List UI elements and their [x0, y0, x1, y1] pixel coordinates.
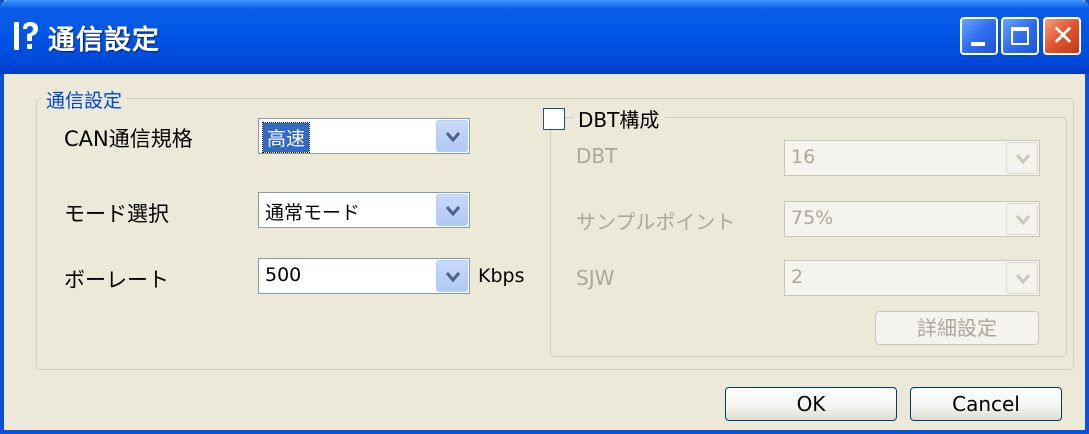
dialog-window: 通信設定 ✕ 通信設定 CAN通信規格 高速 モード選択 通常モード ボーレート… — [0, 0, 1089, 434]
baud-rate-value: 500 — [265, 264, 302, 286]
comm-settings-legend: 通信設定 — [42, 86, 127, 113]
mode-select[interactable]: 通常モード — [258, 192, 470, 228]
close-icon: ✕ — [1051, 19, 1075, 52]
dbt-dropdown-button[interactable] — [1006, 142, 1038, 174]
dbt-checkbox[interactable] — [543, 108, 565, 130]
cancel-button[interactable]: Cancel — [910, 387, 1062, 421]
sjw-select[interactable]: 2 — [784, 260, 1040, 296]
mode-value: 通常モード — [265, 202, 361, 224]
baud-rate-label: ボーレート — [64, 268, 169, 292]
minimize-button[interactable] — [960, 17, 998, 55]
close-button[interactable]: ✕ — [1043, 17, 1081, 55]
window-title: 通信設定 — [48, 25, 160, 56]
chevron-down-icon — [445, 272, 461, 283]
sjw-dropdown-button[interactable] — [1006, 262, 1038, 294]
chevron-down-icon — [1015, 154, 1031, 165]
baud-rate-unit: Kbps — [478, 265, 525, 287]
can-standard-select[interactable]: 高速 — [258, 118, 470, 154]
mode-label: モード選択 — [64, 202, 169, 226]
dbt-label: DBT — [576, 144, 618, 168]
sample-point-dropdown-button[interactable] — [1006, 203, 1038, 235]
detail-settings-button[interactable]: 詳細設定 — [875, 311, 1039, 345]
dbt-checkbox-label[interactable]: DBT構成 — [574, 104, 666, 133]
baud-rate-select[interactable]: 500 — [258, 258, 470, 294]
can-standard-dropdown-button[interactable] — [436, 120, 468, 152]
chevron-down-icon — [1015, 215, 1031, 226]
title-bar[interactable]: 通信設定 ✕ — [0, 0, 1089, 74]
baud-rate-dropdown-button[interactable] — [436, 260, 468, 292]
can-standard-value: 高速 — [261, 122, 311, 153]
dbt-select[interactable]: 16 — [784, 140, 1040, 176]
maximize-button[interactable] — [1001, 17, 1039, 55]
sample-point-label: サンプルポイント — [576, 210, 736, 234]
chevron-down-icon — [445, 206, 461, 217]
dbt-value: 16 — [791, 146, 816, 168]
sample-point-select[interactable]: 75% — [784, 201, 1040, 237]
can-standard-label: CAN通信規格 — [64, 127, 193, 151]
mode-dropdown-button[interactable] — [436, 194, 468, 226]
help-pointer-icon — [14, 22, 38, 50]
sample-point-value: 75% — [791, 207, 834, 229]
minimize-icon — [971, 42, 985, 46]
chevron-down-icon — [445, 132, 461, 143]
maximize-icon — [1011, 27, 1029, 45]
sjw-label: SJW — [576, 266, 615, 290]
ok-button[interactable]: OK — [725, 387, 897, 421]
sjw-value: 2 — [791, 266, 804, 288]
chevron-down-icon — [1015, 274, 1031, 285]
